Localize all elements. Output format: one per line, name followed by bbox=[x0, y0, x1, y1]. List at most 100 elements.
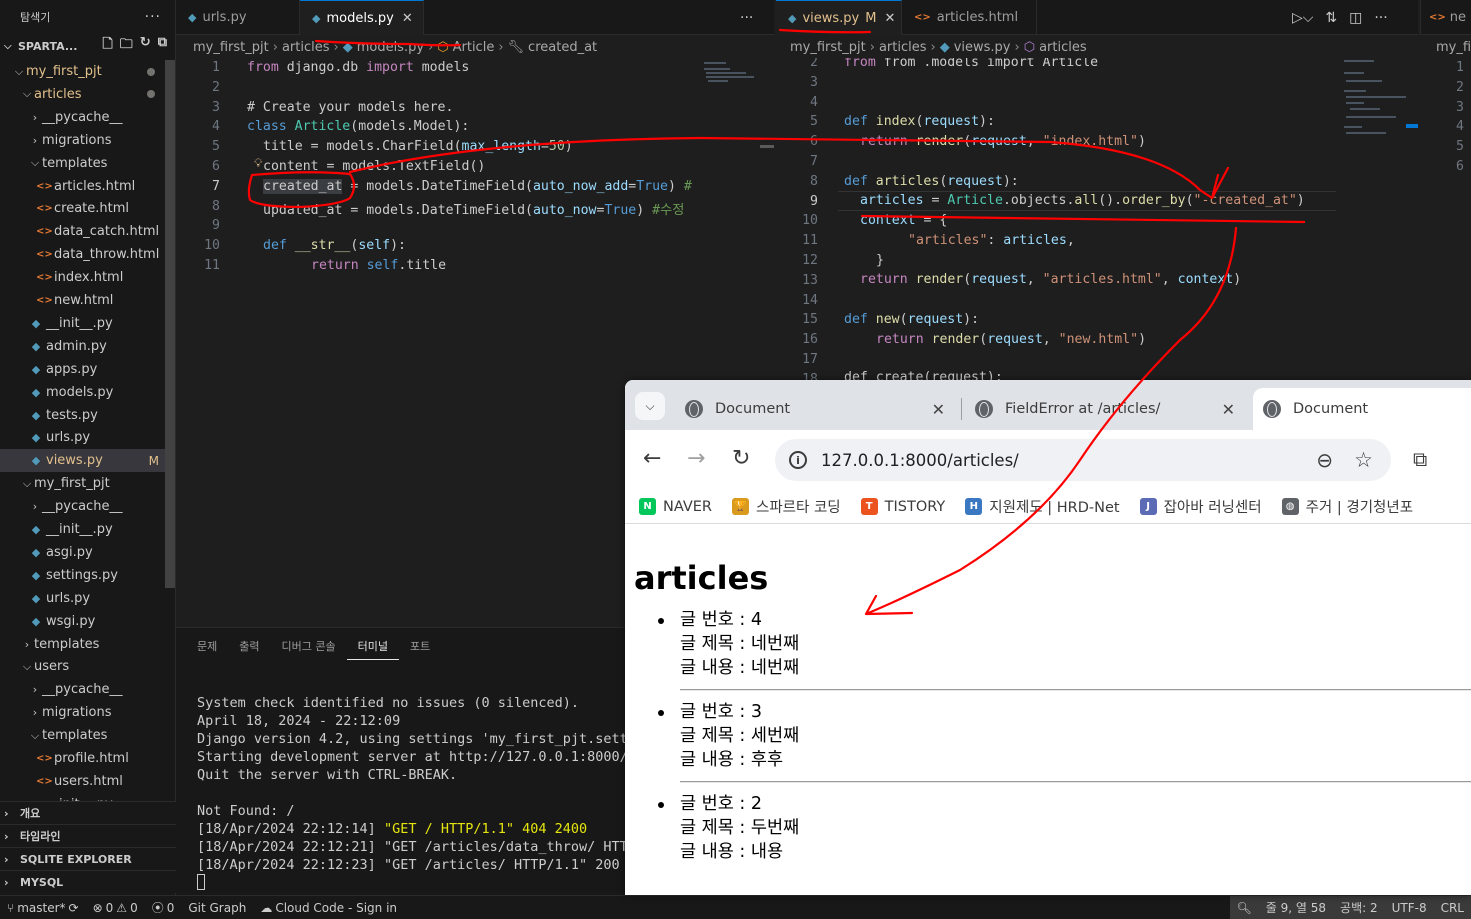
close-icon[interactable]: ✕ bbox=[884, 11, 895, 26]
tab-output[interactable]: 출력 bbox=[228, 628, 270, 664]
split-editor-icon[interactable]: ◫ bbox=[1349, 10, 1362, 26]
tree-item[interactable]: ◆ views.py M bbox=[0, 449, 167, 473]
breadcrumb-item[interactable]: articles bbox=[282, 40, 330, 55]
breadcrumb-item[interactable]: articles bbox=[1039, 40, 1087, 55]
sidebar-section[interactable]: › 개요 bbox=[0, 801, 176, 824]
tab-urls-py[interactable]: ◆ urls.py bbox=[176, 0, 300, 35]
tab-articles-html[interactable]: <> articles.html bbox=[902, 0, 1037, 35]
breadcrumb-item[interactable]: views.py bbox=[954, 40, 1011, 55]
tree-item[interactable]: ◆ __init__.py bbox=[0, 312, 167, 335]
tree-item[interactable]: ◆ admin.py bbox=[0, 335, 167, 358]
breadcrumb-item[interactable]: models.py bbox=[357, 40, 424, 55]
tree-item[interactable]: <> articles.html bbox=[0, 175, 167, 198]
tab-problems[interactable]: 문제 bbox=[186, 628, 228, 664]
tree-item[interactable]: ◆ settings.py bbox=[0, 564, 167, 587]
run-icon[interactable]: ▷⌵ bbox=[1292, 10, 1313, 26]
new-file-icon[interactable]: 🗋 bbox=[102, 35, 112, 57]
tree-item[interactable]: <> data_catch.html bbox=[0, 220, 167, 243]
zoom-icon[interactable]: 🔍︎ bbox=[1230, 901, 1259, 915]
more-actions-icon[interactable]: ··· bbox=[145, 9, 161, 25]
zoom-icon[interactable]: ⊖ bbox=[1316, 448, 1333, 472]
tree-item[interactable]: ◆ urls.py bbox=[0, 587, 167, 610]
breadcrumb-item[interactable]: my_first_pjt bbox=[193, 40, 269, 55]
sidebar-section[interactable]: › 타임라인 bbox=[0, 824, 176, 847]
tree-item[interactable]: › migrations bbox=[0, 701, 167, 724]
workspace-root[interactable]: ⌵ SPARTA... 🗋 🗀 ↻ ⧉ bbox=[0, 34, 175, 58]
tab-search-icon[interactable]: ⌵ bbox=[635, 392, 665, 420]
collapse-all-icon[interactable]: ⧉ bbox=[158, 35, 167, 57]
tree-item[interactable]: ⌵ templates bbox=[0, 152, 167, 175]
back-icon[interactable]: ← bbox=[643, 446, 661, 471]
tree-item[interactable]: › templates bbox=[0, 633, 167, 656]
indentation[interactable]: 공백: 2 bbox=[1333, 899, 1385, 916]
tree-item[interactable]: ◆ apps.py bbox=[0, 358, 167, 381]
minimap[interactable] bbox=[700, 60, 760, 100]
tree-item[interactable]: ◆ __init__.py bbox=[0, 518, 167, 541]
tree-item[interactable]: <> new.html bbox=[0, 289, 167, 312]
bookmark[interactable]: T TISTORY bbox=[860, 498, 945, 515]
cursor-position[interactable]: 줄 9, 열 58 bbox=[1259, 899, 1333, 916]
code-editor-models[interactable]: 1 2 3 4 5 6 7 8 9 10 11 from django.db import mode… bbox=[176, 58, 696, 627]
tab-debug-console[interactable]: 디버그 콘솔 bbox=[271, 628, 347, 664]
tree-item[interactable]: › migrations bbox=[0, 129, 167, 152]
tree-item[interactable]: › __pycache__ bbox=[0, 106, 167, 129]
tree-item[interactable]: <> create.html bbox=[0, 197, 167, 220]
tree-item[interactable]: <> users.html bbox=[0, 770, 167, 793]
tree-item[interactable]: › __pycache__ bbox=[0, 678, 167, 701]
tree-item[interactable]: ◆ urls.py bbox=[0, 426, 167, 449]
extensions-icon[interactable]: ⧉ bbox=[1413, 447, 1427, 471]
more-actions-icon[interactable]: ··· bbox=[1374, 10, 1387, 26]
explorer-scrollbar[interactable] bbox=[165, 60, 175, 588]
url-text[interactable]: 127.0.0.1:8000/articles/ bbox=[821, 451, 1019, 470]
tree-item[interactable]: ◆ tests.py bbox=[0, 404, 167, 427]
tab-third-editor[interactable]: <> ne bbox=[1420, 0, 1471, 35]
close-icon[interactable]: ✕ bbox=[1222, 400, 1235, 419]
tree-item[interactable]: <> index.html bbox=[0, 266, 167, 289]
tab-views-py[interactable]: ◆ views.py M ✕ bbox=[776, 0, 902, 35]
tab-ports[interactable]: 포트 bbox=[399, 628, 441, 664]
breadcrumb-item[interactable]: Article bbox=[453, 40, 495, 55]
tree-item[interactable]: ◆ wsgi.py bbox=[0, 610, 167, 633]
problems-indicator[interactable]: ⊗ 0 ⚠ 0 bbox=[86, 901, 145, 915]
tree-item[interactable]: ⌵ articles bbox=[0, 83, 167, 106]
tree-item[interactable]: ⌵ my_first_pjt bbox=[0, 472, 167, 495]
bookmark[interactable]: N NAVER bbox=[639, 498, 712, 515]
ports-indicator[interactable]: ⦿ 0 bbox=[145, 899, 182, 916]
reload-icon[interactable]: ↻ bbox=[732, 446, 750, 471]
tab-models-py[interactable]: ◆ models.py ✕ bbox=[300, 0, 424, 35]
cloud-code-button[interactable]: ☁ Cloud Code - Sign in bbox=[253, 901, 404, 915]
tab-terminal[interactable]: 터미널 bbox=[346, 632, 399, 660]
browser-tab[interactable]: Document ✕ bbox=[675, 388, 959, 430]
breadcrumb-item[interactable]: created_at bbox=[528, 40, 597, 55]
breadcrumb-item[interactable]: articles bbox=[879, 40, 927, 55]
close-icon[interactable]: ✕ bbox=[402, 11, 413, 26]
star-icon[interactable]: ☆ bbox=[1354, 448, 1373, 472]
address-bar[interactable]: i 127.0.0.1:8000/articles/ ⊖ ☆ bbox=[775, 439, 1391, 481]
breadcrumb-item[interactable]: my_first_pjt bbox=[790, 40, 866, 55]
close-icon[interactable]: ✕ bbox=[932, 400, 945, 419]
sidebar-section[interactable]: › SQLITE EXPLORER bbox=[0, 847, 176, 870]
minimap[interactable] bbox=[1340, 58, 1416, 148]
browser-tab[interactable]: FieldError at /articles/ ✕ bbox=[965, 388, 1249, 430]
browser-tab-active[interactable]: Document bbox=[1253, 388, 1471, 430]
bookmark[interactable]: ◍ 주거 | 경기청년포 bbox=[1281, 496, 1413, 517]
git-graph-button[interactable]: Git Graph bbox=[181, 901, 253, 915]
tree-item[interactable]: ⌵ templates bbox=[0, 724, 167, 747]
tree-item[interactable]: ⌵ my_first_pjt bbox=[0, 60, 167, 83]
forward-icon[interactable]: → bbox=[687, 446, 705, 471]
new-folder-icon[interactable]: 🗀 bbox=[120, 35, 133, 57]
lightbulb-icon[interactable]: 💡︎ bbox=[254, 156, 262, 171]
refresh-icon[interactable]: ↻ bbox=[140, 35, 151, 57]
more-actions-icon[interactable]: ··· bbox=[740, 10, 753, 26]
tree-item[interactable]: › __pycache__ bbox=[0, 495, 167, 518]
code-editor-views[interactable]: 2 3 4 5 6 7 8 9 10 11 12 13 14 15 16 17 18 from from .mo… bbox=[776, 58, 1336, 380]
info-icon[interactable]: i bbox=[789, 451, 807, 469]
bookmark[interactable]: 🏆 스파르타 코딩 bbox=[732, 496, 841, 517]
compare-changes-icon[interactable]: ⇅ bbox=[1325, 10, 1337, 26]
encoding[interactable]: UTF-8 bbox=[1385, 901, 1434, 915]
tree-item[interactable]: ⌵ users bbox=[0, 655, 167, 678]
source-control-branch[interactable]: ⑂ master* ⟳ bbox=[0, 901, 86, 915]
tree-item[interactable]: <> profile.html bbox=[0, 747, 167, 770]
tree-item[interactable]: <> data_throw.html bbox=[0, 243, 167, 266]
terminal-output[interactable]: System check identified no issues (0 sil… bbox=[197, 694, 636, 895]
